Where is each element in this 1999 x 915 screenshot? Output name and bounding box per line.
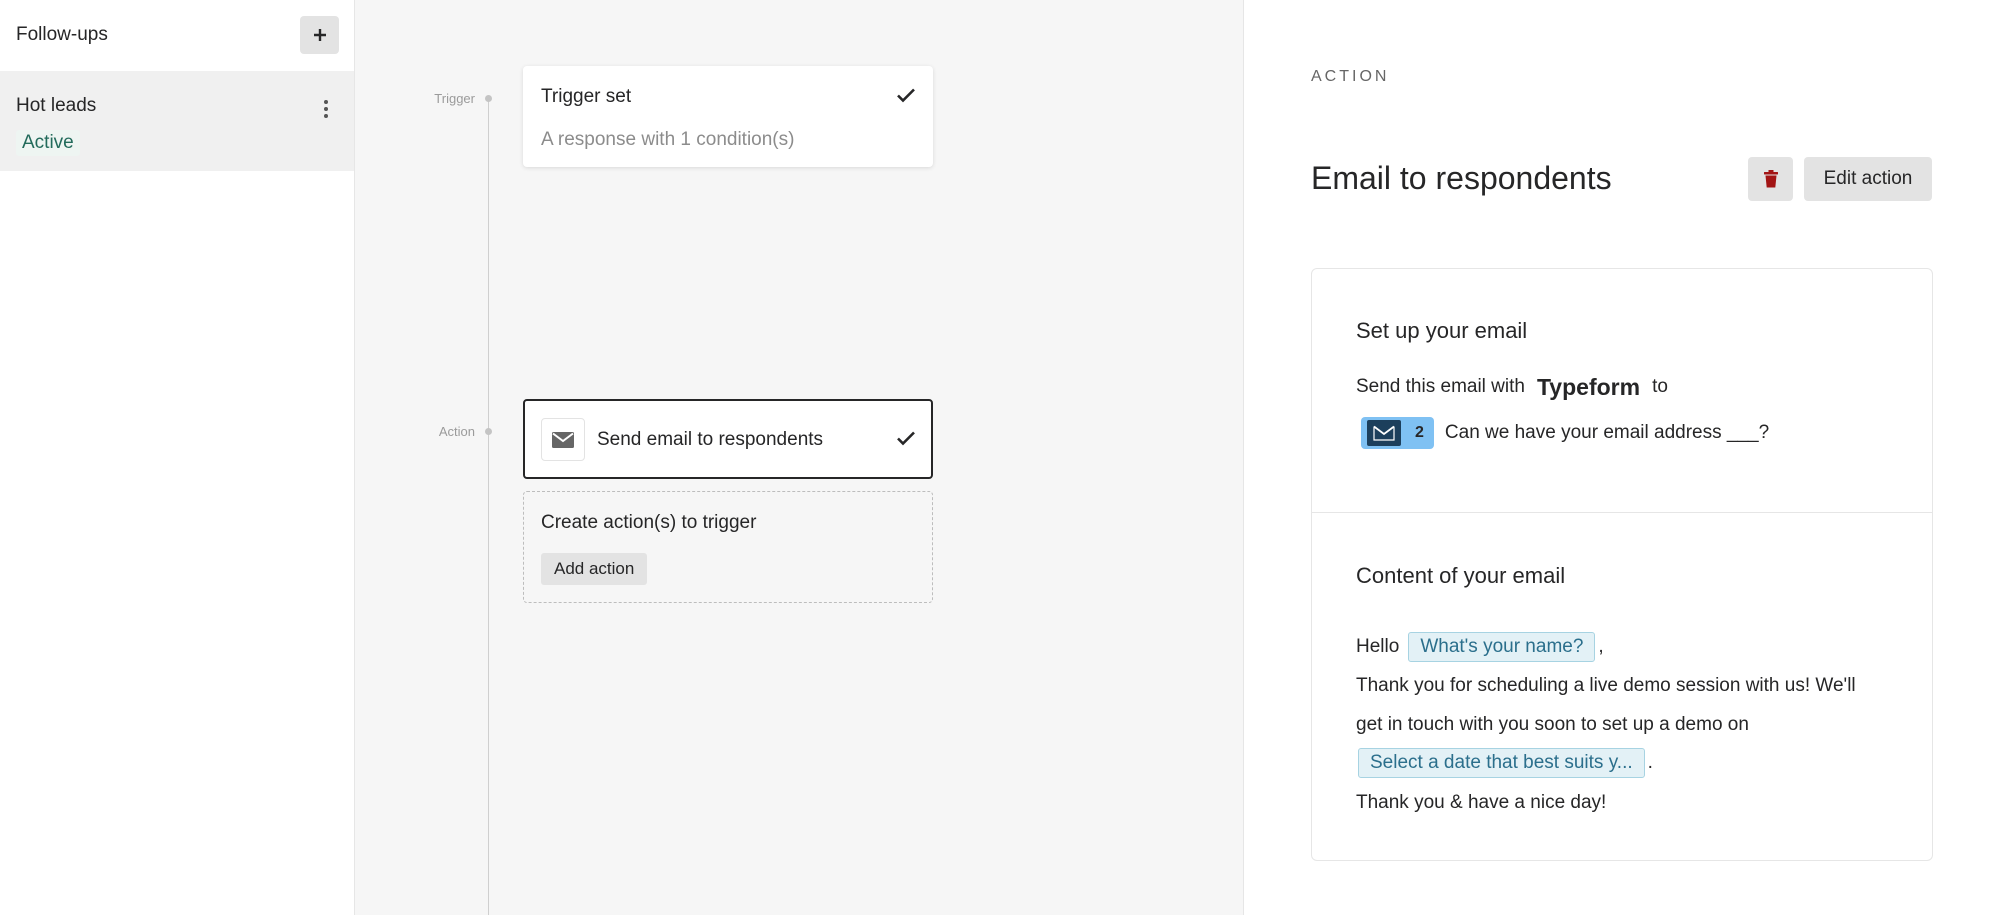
- panel-section-label: ACTION: [1311, 68, 1390, 85]
- timeline-action-label: Action: [438, 424, 475, 439]
- closing-line: Thank you & have a nice day!: [1356, 788, 1606, 818]
- mail-icon: [1373, 425, 1395, 441]
- panel-title: Email to respondents: [1311, 160, 1612, 196]
- send-with-line: Send this email with Typeform to: [1356, 372, 1668, 402]
- greeting-line: Hello What's your name? ,: [1356, 630, 1604, 664]
- body-line-2: get in touch with you soon to set up a d…: [1356, 710, 1749, 740]
- question-text: Can we have your email address ___?: [1444, 422, 1770, 443]
- flow-item-hot-leads[interactable]: Hot leads Active: [0, 71, 354, 171]
- trash-icon: [1763, 170, 1778, 188]
- send-suffix: to: [1652, 376, 1668, 397]
- add-follow-up-button[interactable]: [300, 16, 339, 54]
- question-badge: 2: [1361, 417, 1434, 449]
- mail-icon: [552, 431, 574, 448]
- date-variable-pill[interactable]: Select a date that best suits y...: [1358, 748, 1645, 778]
- create-action-card: Create action(s) to trigger Add action: [523, 491, 933, 603]
- trigger-subtitle: A response with 1 condition(s): [541, 129, 795, 150]
- timeline-dot-trigger: [485, 95, 492, 102]
- flow-name: Hot leads: [16, 95, 97, 116]
- check-icon: [897, 88, 915, 103]
- delete-action-button[interactable]: [1748, 157, 1793, 201]
- flow-canvas: Trigger Action Trigger set A response wi…: [355, 0, 1244, 915]
- action-title: Send email to respondents: [597, 429, 824, 450]
- timeline-line: [488, 98, 489, 915]
- action-panel: ACTION Email to respondents Edit action …: [1245, 0, 1999, 915]
- brand-name: Typeform: [1536, 373, 1641, 400]
- body-line-1: Thank you for scheduling a live demo ses…: [1356, 671, 1856, 701]
- sidebar-title: Follow-ups: [16, 24, 108, 45]
- sidebar-header: Follow-ups: [16, 16, 339, 54]
- send-prefix: Send this email with: [1356, 376, 1525, 397]
- timeline-dot-action: [485, 428, 492, 435]
- trigger-title: Trigger set: [541, 86, 632, 107]
- edit-action-button[interactable]: Edit action: [1804, 157, 1932, 201]
- sidebar: Follow-ups Hot leads Active: [0, 0, 355, 915]
- body-text-1: Thank you for scheduling a live demo ses…: [1356, 675, 1856, 696]
- add-action-button[interactable]: Add action: [541, 553, 648, 585]
- trigger-card[interactable]: Trigger set A response with 1 condition(…: [523, 66, 933, 167]
- create-action-title: Create action(s) to trigger: [541, 512, 757, 533]
- content-section-title: Content of your email: [1356, 563, 1566, 588]
- body-text-2: get in touch with you soon to set up a d…: [1356, 714, 1749, 735]
- setup-section-title: Set up your email: [1356, 318, 1528, 343]
- action-card[interactable]: Send email to respondents: [523, 399, 933, 479]
- date-line: Select a date that best suits y... .: [1358, 746, 1653, 780]
- email-config-box: Set up your email Send this email with T…: [1311, 268, 1933, 861]
- timeline-trigger-label: Trigger: [434, 91, 475, 106]
- greeting-text: Hello: [1356, 636, 1400, 657]
- greeting-comma: ,: [1598, 636, 1604, 657]
- more-options-icon[interactable]: [318, 95, 334, 123]
- plus-icon: [313, 29, 326, 41]
- name-variable-pill[interactable]: What's your name?: [1408, 632, 1596, 662]
- mail-icon-box: [541, 418, 585, 461]
- question-number: 2: [1415, 424, 1424, 441]
- section-divider: [1312, 512, 1932, 513]
- recipient-line: 2 Can we have your email address ___?: [1361, 416, 1769, 450]
- date-period: .: [1647, 752, 1653, 773]
- check-icon: [897, 431, 915, 446]
- closing-text: Thank you & have a nice day!: [1356, 792, 1607, 813]
- status-badge: Active: [16, 130, 80, 156]
